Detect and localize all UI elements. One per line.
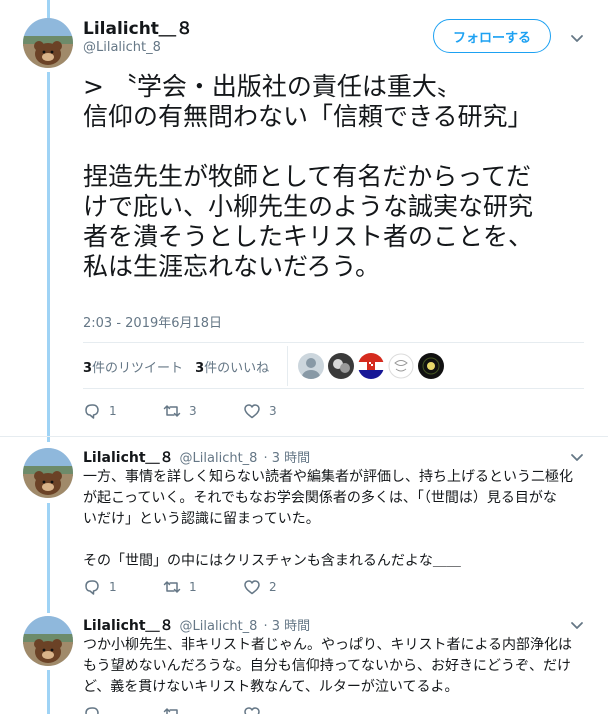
tweet-timestamp[interactable]: 2:03 - 2019年6月18日 (83, 312, 222, 331)
chevron-down-icon[interactable] (569, 617, 585, 633)
author-name[interactable]: Lilalicht＿８ (83, 14, 193, 39)
thread-line-top (47, 0, 50, 20)
tweet-line: けで庇い、小柳先生のような誠実な研究 (83, 192, 534, 221)
reply-button[interactable]: 1 (83, 578, 163, 596)
tweet-line (83, 530, 588, 551)
reply-icon (85, 580, 99, 595)
author-name[interactable]: Lilalicht＿８ (83, 447, 174, 467)
liker-avatar[interactable] (418, 353, 444, 379)
thread-line-main (47, 72, 50, 442)
chevron-down-icon[interactable] (569, 449, 585, 465)
author-name[interactable]: Lilalicht＿８ (83, 615, 174, 635)
liker-avatar[interactable] (298, 353, 324, 379)
liker-avatar[interactable] (388, 353, 414, 379)
divider (83, 388, 584, 389)
tweet-text: > 〝学会・出版社の責任は重大〟 信仰の有無問わない「信頼できる研究」 捏造先生… (83, 72, 588, 282)
avatar[interactable] (23, 18, 73, 68)
retweet-count: 1 (189, 580, 197, 594)
tweet-actions: 1 1 2 (83, 578, 323, 596)
tweet-actions: 1 3 3 (83, 402, 323, 420)
like-stat[interactable]: 3件のいいね (195, 357, 269, 376)
heart-icon (244, 404, 260, 419)
engagement-stats: 3件のリツイート 3件のいいね (83, 357, 269, 376)
like-button[interactable] (243, 705, 323, 714)
tweet-line: つか小柳先生、非キリスト者じゃん。やっぱり、キリスト者による内部浄化は (83, 637, 573, 653)
retweets-label: 件のリツイート (92, 361, 184, 376)
reply-header: Lilalicht＿８ @Lilalicht_8 · 3 時間 (83, 447, 310, 467)
retweet-button[interactable] (163, 705, 243, 714)
liker-avatar[interactable] (358, 353, 384, 379)
author-handle[interactable]: @Lilalicht_8 (180, 451, 258, 466)
thread-line-reply (47, 503, 50, 613)
divider (0, 436, 608, 437)
divider (83, 342, 584, 343)
reply-button[interactable]: 1 (83, 402, 163, 420)
like-count: 2 (269, 580, 277, 594)
tweet-time[interactable]: · 3 時間 (263, 447, 310, 466)
avatar[interactable] (23, 448, 73, 498)
tweet-line: 一方、事情を詳しく知らない読者や編集者が評価し、持ち上げるという二極化 (83, 469, 573, 485)
tweet-line: いだけ」という認識に留まっていた。 (83, 511, 320, 527)
tweet-line: ど、義を貫けないキリスト教なんて、ルターが泣いてるよ。 (83, 679, 459, 695)
retweet-icon (163, 405, 181, 417)
heart-icon (244, 580, 260, 595)
tweet-line: その「世間」の中にはクリスチャンも含まれるんだよな＿＿ (83, 553, 461, 569)
reply-header: Lilalicht＿８ @Lilalicht_8 · 3 時間 (83, 615, 310, 635)
tweet-line: もう望めないんだろうな。自分も信仰持ってないから、お好きにどうぞ、だけ (83, 658, 572, 674)
chevron-down-icon[interactable] (569, 30, 585, 46)
tweet-line: 信仰の有無問わない「信頼できる研究」 (83, 102, 533, 131)
reply-icon (85, 707, 99, 714)
tweet-actions (83, 705, 323, 714)
retweet-icon (163, 581, 181, 593)
retweet-button[interactable]: 1 (163, 578, 243, 596)
likes-count: 3 (195, 361, 205, 376)
like-button[interactable]: 3 (243, 402, 323, 420)
reply-count: 1 (109, 580, 117, 594)
retweets-count: 3 (83, 361, 93, 376)
avatar[interactable] (23, 616, 73, 666)
author-handle[interactable]: @Lilalicht_8 (83, 40, 161, 55)
like-button[interactable]: 2 (243, 578, 323, 596)
retweet-count: 3 (189, 404, 197, 418)
reply-count: 1 (109, 404, 117, 418)
retweet-button[interactable]: 3 (163, 402, 243, 420)
liker-avatars (298, 353, 444, 379)
follow-button[interactable]: フォローする (433, 19, 551, 53)
retweet-stat[interactable]: 3件のリツイート (83, 357, 183, 376)
author-handle[interactable]: @Lilalicht_8 (180, 619, 258, 634)
thread-line-reply (47, 670, 50, 714)
reply-button[interactable] (83, 705, 163, 714)
tweet-line: 捏造先生が牧師として有名だからってだ (83, 162, 532, 191)
reply-icon (85, 404, 99, 419)
tweet-text: 一方、事情を詳しく知らない読者や編集者が評価し、持ち上げるという二極化 が起こっ… (83, 467, 588, 572)
likes-label: 件のいいね (204, 361, 270, 376)
stats-separator (287, 346, 288, 386)
tweet-line: が起こっていく。それでもなお学会関係者の多くは、「（世間は）見る目がな (83, 490, 557, 506)
retweet-icon (163, 708, 178, 714)
tweet-text: つか小柳先生、非キリスト者じゃん。やっぱり、キリスト者による内部浄化は もう望め… (83, 635, 588, 698)
heart-icon (244, 707, 260, 714)
tweet-line: 者を潰そうとしたキリスト者のことを、 (83, 222, 534, 251)
tweet-line: > 〝学会・出版社の責任は重大〟 (83, 72, 462, 101)
tweet-line: 私は生涯忘れないだろう。 (83, 252, 381, 281)
liker-avatar[interactable] (328, 353, 354, 379)
tweet-time[interactable]: · 3 時間 (263, 615, 310, 634)
like-count: 3 (269, 404, 277, 418)
